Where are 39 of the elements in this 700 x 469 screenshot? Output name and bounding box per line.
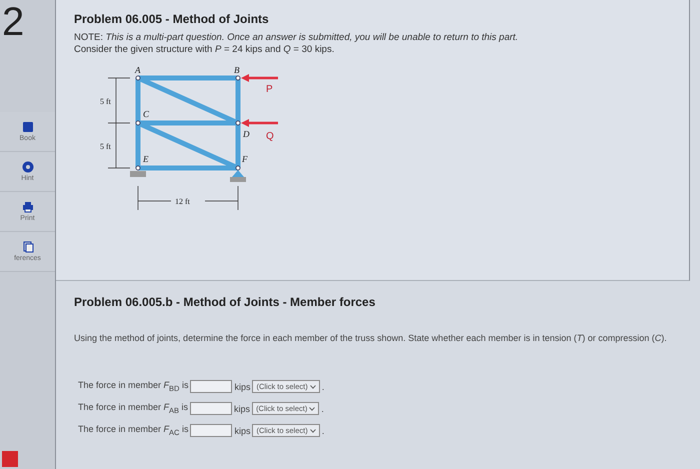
question-label: The force in member F$_{BD}$ is <box>78 380 188 393</box>
chevron-down-icon <box>310 385 316 389</box>
note-text: NOTE: This is a multi-part question. Once an answer is submitted, you will be unable to return to this part. <box>74 32 520 44</box>
load-arrow <box>241 119 278 127</box>
given-text: Consider the given structure with P = 24 kips and Q = 30 kips. <box>74 44 336 56</box>
question-label: The force in member F$_{AC}$ is <box>78 424 188 437</box>
period-text: . <box>321 404 324 414</box>
joint-label: B <box>234 65 240 75</box>
dimension-label: 5 ft <box>100 142 111 151</box>
load-label: P <box>266 84 273 95</box>
book-icon <box>22 121 34 133</box>
load-arrow <box>241 74 278 82</box>
joint-label: D <box>243 129 250 139</box>
unit-label: kips <box>234 404 250 414</box>
joint-label: C <box>143 109 150 119</box>
flower-icon <box>22 161 34 173</box>
answer-field[interactable] <box>190 402 232 415</box>
part-title: Problem 06.005.b - Method of Joints - Member forces <box>74 295 376 309</box>
joint-label: E <box>143 154 148 164</box>
chevron-down-icon <box>310 429 316 433</box>
period-text: . <box>322 382 324 392</box>
period-text: . <box>322 426 324 436</box>
dimension-label: 5 ft <box>100 97 111 106</box>
dimension-label: 12 ft <box>175 197 190 206</box>
logo-icon <box>2 451 18 467</box>
answer-field[interactable] <box>190 380 232 393</box>
load-label: Q <box>266 131 274 142</box>
problem-title: Problem 06.005 - Method of Joints <box>74 12 270 26</box>
question-number: 2 <box>1 0 26 46</box>
pages-icon <box>22 241 34 253</box>
printer-icon <box>22 201 34 213</box>
unit-label: kips <box>234 382 250 392</box>
instructions-text: Using the method of joints, determine the force in each member of the truss shown. State whether each member is in tension (T) or compression (C). <box>74 333 668 344</box>
answer-field[interactable] <box>190 424 232 437</box>
question-label: The force in member F$_{AB}$ is <box>78 402 188 415</box>
joint-label: F <box>242 154 248 164</box>
chevron-down-icon <box>309 407 316 411</box>
unit-label: kips <box>234 426 250 436</box>
joint-label: A <box>135 65 140 75</box>
